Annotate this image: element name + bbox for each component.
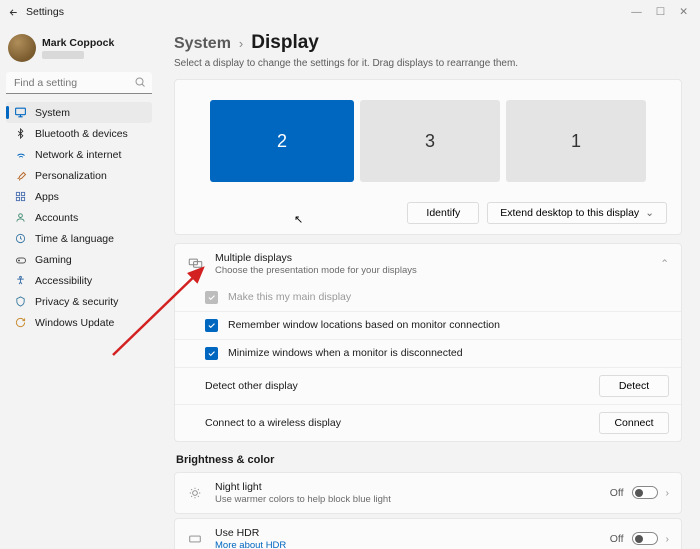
toggle-state: Off	[610, 533, 624, 545]
clock-icon	[14, 232, 27, 245]
row-label: Detect other display	[205, 380, 298, 392]
breadcrumb: System › Display	[174, 32, 682, 54]
hdr-card[interactable]: Use HDR More about HDR Off ›	[174, 518, 682, 549]
toggle-state: Off	[610, 487, 624, 499]
search-input[interactable]	[6, 72, 152, 94]
profile[interactable]: Mark Coppock	[6, 30, 152, 72]
nav-personalization[interactable]: Personalization	[6, 165, 152, 186]
apps-icon	[14, 190, 27, 203]
checkbox-minimize[interactable]	[205, 347, 218, 360]
wifi-icon	[14, 148, 27, 161]
checkbox-remember[interactable]	[205, 319, 218, 332]
person-icon	[14, 211, 27, 224]
sidebar: Mark Coppock System Bluetooth & devices …	[0, 24, 158, 549]
row-detect: Detect other display Detect	[175, 367, 681, 404]
chevron-up-icon: ⌃	[660, 258, 669, 270]
nav-label: Gaming	[35, 254, 72, 266]
breadcrumb-parent[interactable]: System	[174, 35, 231, 53]
card-title: Use HDR	[215, 527, 286, 540]
nav-accessibility[interactable]: Accessibility	[6, 270, 152, 291]
nav-accounts[interactable]: Accounts	[6, 207, 152, 228]
nav-label: Apps	[35, 191, 59, 203]
identify-button[interactable]: Identify	[407, 202, 479, 224]
night-light-icon	[187, 485, 203, 501]
nav-privacy[interactable]: Privacy & security	[6, 291, 152, 312]
nav-label: System	[35, 107, 70, 119]
nav-label: Accounts	[35, 212, 78, 224]
nav-label: Bluetooth & devices	[35, 128, 128, 140]
hdr-icon	[187, 531, 203, 547]
avatar	[8, 34, 36, 62]
main-content: System › Display Select a display to cha…	[158, 24, 700, 549]
multiple-displays-card: Multiple displays Choose the presentatio…	[174, 243, 682, 442]
update-icon	[14, 316, 27, 329]
shield-icon	[14, 295, 27, 308]
row-main-display[interactable]: Make this my main display	[175, 284, 681, 311]
nav-label: Privacy & security	[35, 296, 118, 308]
card-title: Night light	[215, 481, 391, 494]
monitor-2[interactable]: 2	[210, 100, 354, 182]
profile-email-redacted	[42, 51, 84, 59]
nav-label: Windows Update	[35, 317, 114, 329]
display-arrange-panel: 2 3 1 Identify Extend desktop to this di…	[174, 79, 682, 235]
monitor-1[interactable]: 1	[506, 100, 646, 182]
nav-label: Accessibility	[35, 275, 92, 287]
minimize-button[interactable]: —	[631, 6, 642, 18]
nav-label: Personalization	[35, 170, 107, 182]
window-title: Settings	[26, 6, 64, 18]
brush-icon	[14, 169, 27, 182]
row-connect-wireless: Connect to a wireless display Connect	[175, 404, 681, 441]
system-icon	[14, 106, 27, 119]
night-light-card[interactable]: Night light Use warmer colors to help bl…	[174, 472, 682, 514]
breadcrumb-current: Display	[251, 32, 319, 54]
nav-system[interactable]: System	[6, 102, 152, 123]
nav-network[interactable]: Network & internet	[6, 144, 152, 165]
chevron-right-icon: ›	[666, 487, 670, 499]
chevron-right-icon: ›	[239, 36, 243, 51]
nav-bluetooth[interactable]: Bluetooth & devices	[6, 123, 152, 144]
nav-list: System Bluetooth & devices Network & int…	[6, 102, 152, 333]
search-icon	[134, 76, 146, 91]
search-box[interactable]	[6, 72, 152, 94]
accessibility-icon	[14, 274, 27, 287]
hdr-link[interactable]: More about HDR	[215, 540, 286, 549]
extend-dropdown[interactable]: Extend desktop to this display⌄	[487, 202, 667, 224]
maximize-button[interactable]: ☐	[656, 6, 665, 18]
nav-time[interactable]: Time & language	[6, 228, 152, 249]
displays-icon	[187, 256, 203, 272]
nav-label: Time & language	[35, 233, 114, 245]
row-remember-locations[interactable]: Remember window locations based on monit…	[175, 311, 681, 339]
row-label: Connect to a wireless display	[205, 417, 341, 429]
profile-name: Mark Coppock	[42, 37, 114, 49]
section-brightness-color: Brightness & color	[176, 454, 682, 466]
night-light-toggle[interactable]	[632, 486, 658, 499]
multiple-displays-header[interactable]: Multiple displays Choose the presentatio…	[175, 244, 681, 284]
row-minimize-disconnect[interactable]: Minimize windows when a monitor is disco…	[175, 339, 681, 367]
bluetooth-icon	[14, 127, 27, 140]
page-subtitle: Select a display to change the settings …	[174, 58, 682, 69]
chevron-down-icon: ⌄	[645, 207, 654, 219]
connect-button[interactable]: Connect	[599, 412, 669, 434]
nav-update[interactable]: Windows Update	[6, 312, 152, 333]
chevron-right-icon: ›	[666, 533, 670, 545]
row-label: Make this my main display	[228, 291, 351, 303]
card-subtitle: Use warmer colors to help block blue lig…	[215, 494, 391, 505]
gaming-icon	[14, 253, 27, 266]
close-button[interactable]: ✕	[679, 6, 688, 18]
card-subtitle: Choose the presentation mode for your di…	[215, 265, 417, 276]
nav-label: Network & internet	[35, 149, 121, 161]
hdr-toggle[interactable]	[632, 532, 658, 545]
nav-gaming[interactable]: Gaming	[6, 249, 152, 270]
nav-apps[interactable]: Apps	[6, 186, 152, 207]
row-label: Minimize windows when a monitor is disco…	[228, 347, 463, 359]
monitor-3[interactable]: 3	[360, 100, 500, 182]
detect-button[interactable]: Detect	[599, 375, 669, 397]
monitor-layout[interactable]: 2 3 1	[189, 100, 667, 182]
row-label: Remember window locations based on monit…	[228, 319, 500, 331]
card-title: Multiple displays	[215, 252, 417, 265]
back-button[interactable]	[6, 5, 20, 19]
checkbox-main-display	[205, 291, 218, 304]
